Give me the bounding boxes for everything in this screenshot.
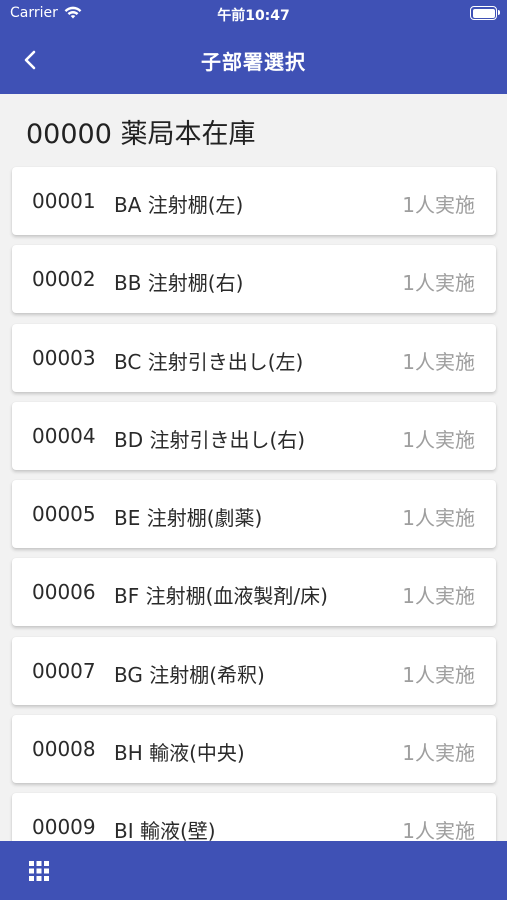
- item-code: 00008: [32, 737, 96, 762]
- item-status: 1人実施: [402, 427, 475, 452]
- list-item[interactable]: 00005 BE 注射棚(劇薬) 1人実施: [12, 480, 496, 549]
- list-item[interactable]: 00003 BC 注射引き出し(左) 1人実施: [12, 323, 496, 392]
- list-item[interactable]: 00009 BI 輸液(壁) 1人実施: [12, 793, 496, 841]
- item-status: 1人実施: [402, 741, 475, 766]
- item-name: BD 注射引き出し(右): [114, 427, 306, 452]
- item-name: BI 輸液(壁): [114, 819, 216, 841]
- status-bar: Carrier 午前10:47: [0, 0, 507, 28]
- item-name: BC 注射引き出し(左): [114, 349, 304, 374]
- list-item[interactable]: 00006 BF 注射棚(血液製剤/床) 1人実施: [12, 558, 496, 627]
- item-status: 1人実施: [402, 349, 475, 374]
- item-name: BE 注射棚(劇薬): [114, 506, 263, 531]
- bottom-bar: [0, 841, 507, 900]
- battery-icon: [470, 6, 500, 20]
- nav-bar: 子部署選択: [0, 28, 507, 94]
- department-list: 00001 BA 注射棚(左) 1人実施 00002 BB 注射棚(右) 1人実…: [12, 167, 496, 841]
- grid-icon: [29, 861, 49, 881]
- item-name: BF 注射棚(血液製剤/床): [114, 584, 328, 609]
- item-name: BB 注射棚(右): [114, 271, 244, 296]
- item-code: 00006: [32, 580, 96, 605]
- item-status: 1人実施: [402, 506, 475, 531]
- main-content: 00000 薬局本在庫 00001 BA 注射棚(左) 1人実施 00002 B…: [0, 94, 507, 841]
- app-header: Carrier 午前10:47 子部署選択: [0, 0, 507, 94]
- item-code: 00003: [32, 345, 96, 370]
- menu-button[interactable]: [26, 858, 52, 884]
- item-code: 00001: [32, 189, 96, 213]
- item-status: 1人実施: [402, 193, 475, 217]
- page-title: 子部署選択: [201, 50, 306, 74]
- item-code: 00004: [32, 423, 96, 448]
- item-status: 1人実施: [402, 819, 475, 841]
- list-item[interactable]: 00007 BG 注射棚(希釈) 1人実施: [12, 636, 496, 705]
- item-code: 00009: [32, 815, 96, 840]
- list-item[interactable]: 00004 BD 注射引き出し(右) 1人実施: [12, 401, 496, 470]
- item-status: 1人実施: [402, 662, 475, 687]
- item-status: 1人実施: [402, 584, 475, 609]
- list-item[interactable]: 00002 BB 注射棚(右) 1人実施: [12, 245, 496, 314]
- list-item[interactable]: 00001 BA 注射棚(左) 1人実施: [12, 167, 496, 235]
- item-name: BG 注射棚(希釈): [114, 662, 265, 687]
- item-code: 00007: [32, 658, 96, 683]
- section-title: 00000 薬局本在庫: [26, 119, 256, 150]
- item-code: 00005: [32, 502, 96, 527]
- item-name: BH 輸液(中央): [114, 741, 245, 766]
- status-time: 午前10:47: [217, 8, 290, 24]
- item-code: 00002: [32, 267, 96, 292]
- item-name: BA 注射棚(左): [114, 193, 244, 217]
- list-item[interactable]: 00008 BH 輸液(中央) 1人実施: [12, 715, 496, 784]
- item-status: 1人実施: [402, 271, 475, 296]
